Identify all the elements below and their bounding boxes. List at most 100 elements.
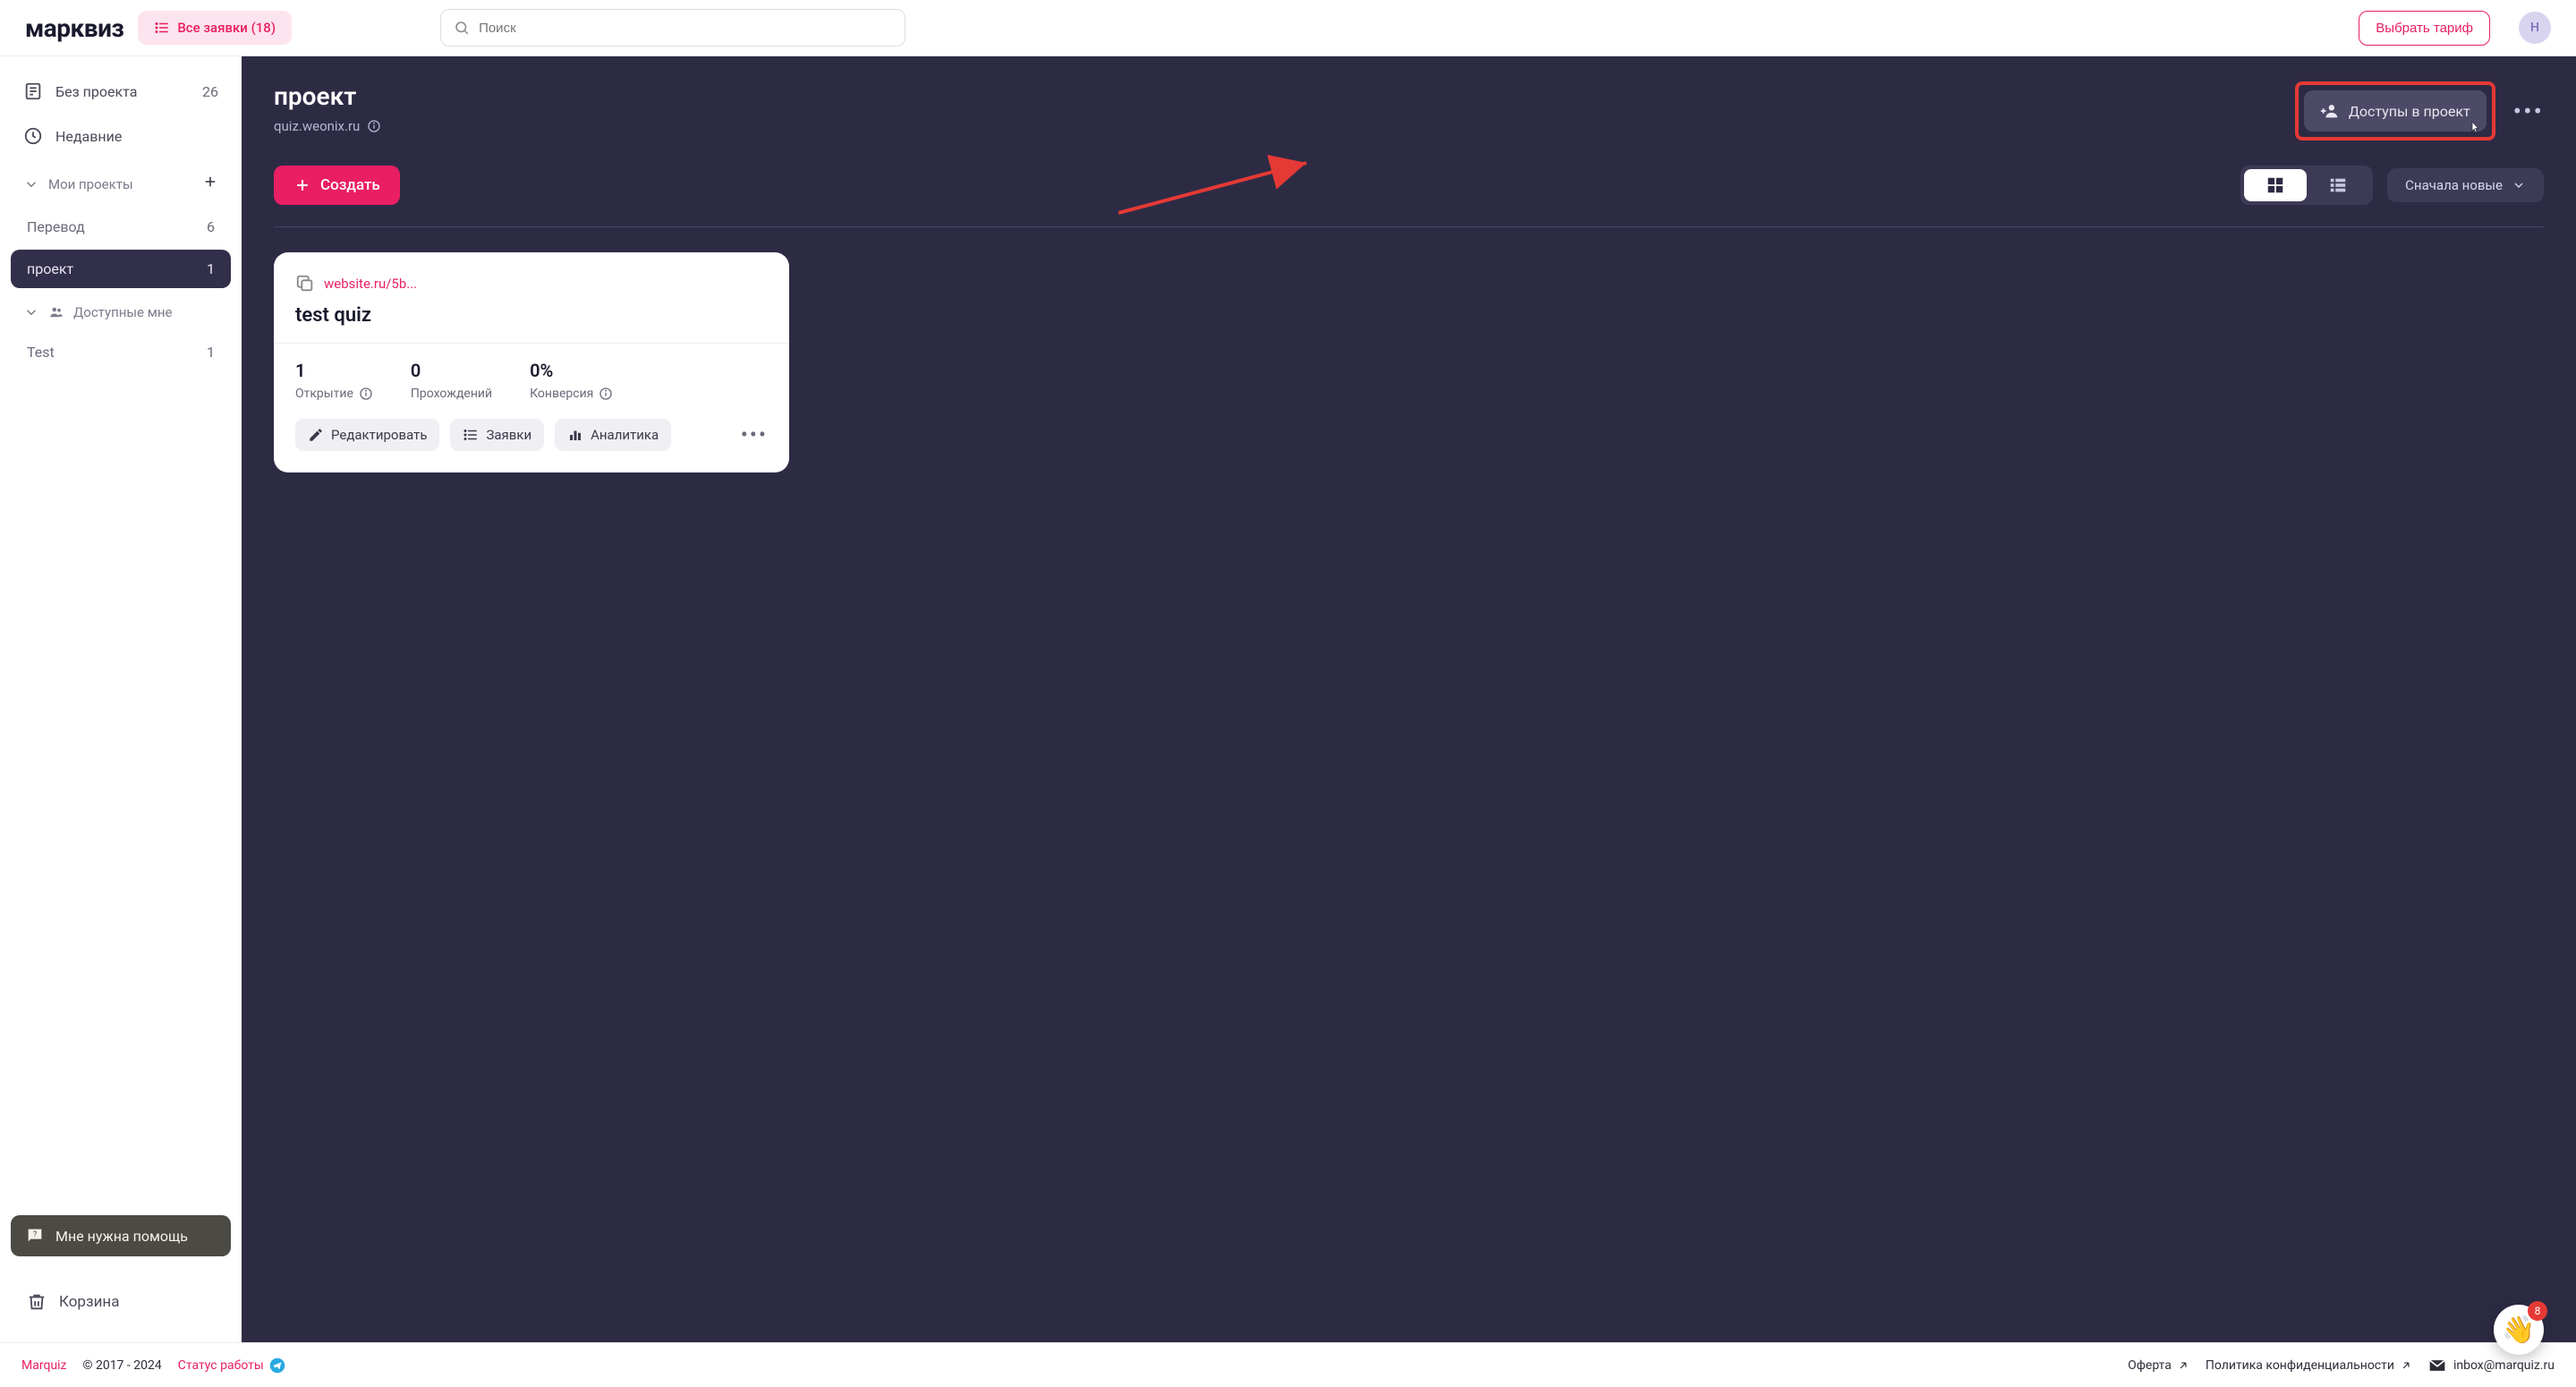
search-input-wrapper[interactable]	[440, 9, 905, 47]
search-input[interactable]	[479, 21, 892, 36]
logo: марквиз	[25, 13, 123, 43]
plus-icon	[202, 174, 218, 190]
all-requests-label: Все заявки (18)	[177, 20, 276, 36]
list-icon	[154, 20, 170, 36]
sidebar-item-label: Test	[27, 344, 55, 361]
project-more-button[interactable]: •••	[2513, 97, 2544, 126]
sidebar-project-item[interactable]: Перевод 6	[11, 208, 231, 246]
stat-label: Прохождений	[411, 387, 492, 401]
create-button[interactable]: Создать	[274, 166, 400, 205]
offer-link[interactable]: Оферта	[2128, 1358, 2189, 1373]
wave-icon: 👋	[2502, 1315, 2535, 1346]
sidebar-item-recent[interactable]: Недавние	[11, 115, 231, 157]
card-stats: 1 Открытие 0 Прохождений 0% Конверсия	[295, 360, 768, 401]
chevron-down-icon	[2512, 178, 2526, 192]
sidebar-item-no-project[interactable]: Без проекта 26	[11, 71, 231, 112]
sidebar-section-shared[interactable]: Доступные мне	[11, 292, 231, 329]
fab-badge: 8	[2528, 1301, 2547, 1321]
list-icon	[2328, 175, 2348, 195]
sidebar-item-count: 1	[207, 344, 215, 361]
search-icon	[454, 20, 470, 36]
person-add-icon	[2320, 101, 2340, 121]
sidebar: Без проекта 26 Недавние Мои проекты Пере…	[0, 56, 242, 1342]
sidebar-section-label: Мои проекты	[48, 176, 133, 192]
list-icon	[463, 427, 479, 443]
sidebar-project-item[interactable]: проект 1	[11, 250, 231, 288]
status-link[interactable]: Статус работы	[178, 1357, 285, 1374]
card-url-row[interactable]: website.ru/5b...	[295, 274, 768, 294]
requests-label: Заявки	[486, 427, 531, 443]
list-view-button[interactable]	[2307, 169, 2369, 201]
footer-brand[interactable]: Marquiz	[21, 1358, 66, 1373]
edit-label: Редактировать	[331, 427, 427, 443]
stat-label: Открытие	[295, 387, 373, 401]
requests-button[interactable]: Заявки	[450, 419, 544, 451]
email-link[interactable]: inbox@marquiz.ru	[2428, 1357, 2555, 1374]
sidebar-item-label: Перевод	[27, 218, 85, 235]
divider	[274, 343, 789, 344]
pencil-icon	[308, 427, 324, 443]
card-title: test quiz	[295, 304, 768, 327]
bar-chart-icon	[567, 427, 583, 443]
stat-completions: 0 Прохождений	[411, 360, 492, 401]
avatar[interactable]: Н	[2519, 12, 2551, 44]
stat-value: 0	[411, 360, 492, 381]
offer-label: Оферта	[2128, 1358, 2172, 1373]
chevron-down-icon	[23, 304, 39, 320]
create-label: Создать	[320, 176, 380, 194]
analytics-label: Аналитика	[591, 427, 659, 443]
stat-value: 0%	[530, 360, 613, 381]
all-requests-button[interactable]: Все заявки (18)	[138, 11, 292, 45]
trash-button[interactable]: Корзина	[11, 1280, 231, 1324]
project-url: quiz.weonix.ru	[274, 118, 360, 134]
status-label: Статус работы	[178, 1358, 264, 1373]
add-project-button[interactable]	[202, 173, 218, 195]
analytics-button[interactable]: Аналитика	[555, 419, 671, 451]
trash-icon	[27, 1292, 47, 1312]
footer-copyright: © 2017 - 2024	[82, 1358, 161, 1373]
help-chat-icon: ?	[25, 1226, 45, 1246]
sidebar-item-label: Недавние	[55, 128, 122, 145]
edit-button[interactable]: Редактировать	[295, 419, 439, 451]
grid-view-button[interactable]	[2244, 169, 2307, 201]
grid-icon	[2266, 175, 2285, 195]
chat-fab[interactable]: 👋 8	[2494, 1305, 2544, 1355]
document-icon	[23, 81, 43, 101]
card-more-button[interactable]: •••	[741, 422, 768, 447]
privacy-link[interactable]: Политика конфиденциальности	[2206, 1358, 2412, 1373]
info-icon	[599, 387, 613, 401]
plus-icon	[293, 176, 311, 194]
topbar: марквиз Все заявки (18) Выбрать тариф Н	[0, 0, 2576, 56]
card-url-text: website.ru/5b...	[324, 276, 417, 292]
sidebar-item-label: Без проекта	[55, 83, 137, 100]
sort-button[interactable]: Сначала новые	[2387, 168, 2544, 202]
sidebar-section-my-projects[interactable]: Мои проекты	[11, 160, 231, 204]
divider	[274, 226, 2544, 227]
mail-icon	[2428, 1357, 2446, 1374]
clock-icon	[23, 126, 43, 146]
stat-opens: 1 Открытие	[295, 360, 373, 401]
footer: Marquiz © 2017 - 2024 Статус работы Офер…	[0, 1342, 2576, 1387]
sidebar-item-label: проект	[27, 260, 73, 277]
project-access-button[interactable]: Доступы в проект	[2304, 90, 2487, 132]
external-link-icon	[2177, 1359, 2189, 1372]
email-text: inbox@marquiz.ru	[2453, 1358, 2555, 1373]
privacy-label: Политика конфиденциальности	[2206, 1358, 2394, 1373]
chevron-down-icon	[23, 176, 39, 192]
info-icon	[359, 387, 373, 401]
external-link-icon	[2400, 1359, 2412, 1372]
main-content: проект quiz.weonix.ru Доступы в проект	[242, 56, 2576, 1342]
select-plan-button[interactable]: Выбрать тариф	[2359, 11, 2490, 46]
quiz-card[interactable]: website.ru/5b... test quiz 1 Открытие 0 …	[274, 252, 789, 472]
telegram-icon	[269, 1357, 285, 1374]
people-icon	[48, 304, 64, 320]
highlight-box: Доступы в проект	[2295, 81, 2495, 140]
view-toggle	[2240, 166, 2373, 205]
stat-label: Конверсия	[530, 387, 613, 401]
help-button[interactable]: ? Мне нужна помощь	[11, 1215, 231, 1256]
sidebar-section-label: Доступные мне	[73, 304, 172, 320]
stat-value: 1	[295, 360, 373, 381]
sidebar-shared-item[interactable]: Test 1	[11, 333, 231, 371]
stat-conversion: 0% Конверсия	[530, 360, 613, 401]
sidebar-item-count: 1	[207, 260, 215, 277]
